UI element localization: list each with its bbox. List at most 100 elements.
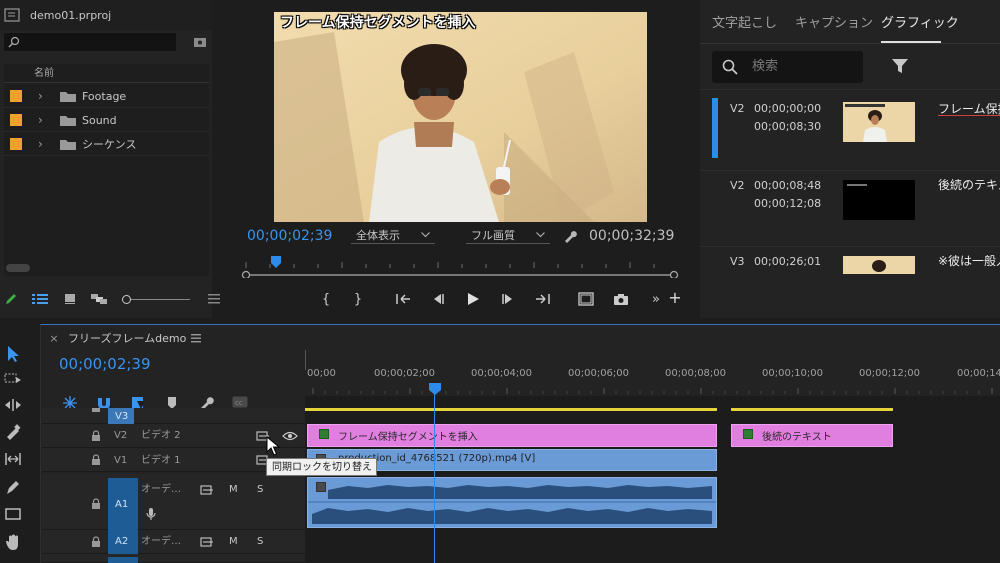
mark-out-icon[interactable]: } <box>352 292 364 306</box>
more-controls-icon[interactable]: » <box>650 292 662 306</box>
mute-button[interactable]: M <box>229 485 238 495</box>
track-id[interactable]: V2 <box>114 431 127 441</box>
hand-tool-icon[interactable] <box>4 533 22 551</box>
bin-color-label[interactable] <box>10 138 22 150</box>
program-current-timecode[interactable]: 00;00;02;39 <box>247 229 332 243</box>
name-column-header[interactable]: 名前 <box>34 69 54 79</box>
track-select-tool-icon[interactable] <box>4 372 22 386</box>
lock-icon[interactable] <box>91 536 101 548</box>
entry-track: V2 <box>730 179 745 192</box>
tooltip-text: 同期ロックを切り替え <box>272 462 372 473</box>
freeform-view-icon[interactable] <box>90 293 108 305</box>
close-icon[interactable]: × <box>49 333 59 344</box>
go-to-out-icon[interactable] <box>534 293 550 305</box>
zoom-dropdown[interactable]: 全体表示 <box>351 228 435 244</box>
bin-name: シーケンス <box>82 138 137 151</box>
chevron-right-icon[interactable]: › <box>38 137 43 151</box>
target-a3[interactable] <box>108 557 138 563</box>
sync-lock-icon[interactable] <box>200 537 214 547</box>
bin-row-sequence[interactable]: › シーケンス <box>4 132 209 156</box>
pencil-icon[interactable] <box>4 292 18 306</box>
microphone-icon[interactable] <box>146 507 156 521</box>
ruler-label: 00;00 <box>307 368 336 379</box>
wrench-icon[interactable] <box>563 229 577 243</box>
project-file-icon <box>4 8 20 22</box>
entry-thumbnail <box>843 180 915 220</box>
tab-graphics[interactable]: グラフィック <box>881 17 959 30</box>
program-playhead[interactable] <box>271 256 281 268</box>
graphic-entry[interactable]: V2 00;00;08;48 00;00;12;08 後続のテキスト <box>702 172 1000 250</box>
razor-tool-icon[interactable] <box>4 424 22 440</box>
play-icon[interactable] <box>466 292 480 306</box>
ripple-edit-tool-icon[interactable] <box>4 398 22 412</box>
graphic-entry[interactable]: V3 00;00;26;01 ※彼は一般人 <box>702 248 1000 274</box>
bin-color-label[interactable] <box>10 90 22 102</box>
graphics-search-input[interactable]: 検索 <box>712 51 863 83</box>
step-forward-icon[interactable] <box>501 293 515 305</box>
lock-icon[interactable] <box>91 408 101 416</box>
captions-icon[interactable]: cc <box>232 396 248 408</box>
entry-text: ※彼は一般人 <box>938 255 1000 267</box>
add-button-icon[interactable]: + <box>668 290 682 306</box>
quality-value: フル画質 <box>471 229 515 242</box>
icon-view-icon[interactable] <box>64 293 76 305</box>
timeline-ruler[interactable]: 00;00 00;00;02;00 00;00;04;00 00;00;06;0… <box>305 360 1000 396</box>
tab-transcript[interactable]: 文字起こし <box>712 17 777 30</box>
new-bin-icon[interactable] <box>193 36 207 48</box>
rectangle-tool-icon[interactable] <box>4 507 22 521</box>
solo-button[interactable]: S <box>257 485 263 495</box>
sync-lock-icon[interactable] <box>200 485 214 495</box>
target-v3[interactable]: V3 <box>108 408 134 424</box>
ruler-label: 00;00;08;00 <box>665 368 727 379</box>
entry-thumbnail <box>843 102 915 142</box>
slip-tool-icon[interactable] <box>4 452 22 466</box>
sync-lock-tooltip: 同期ロックを切り替え <box>266 458 377 476</box>
graphic-entry[interactable]: V2 00;00;00;00 00;00;08;30 フレーム保持セ <box>702 94 1000 172</box>
audio-clip[interactable] <box>307 477 717 528</box>
ruler-label: 00;00;06;00 <box>568 368 630 379</box>
project-search-input[interactable] <box>4 33 176 51</box>
timeline-playhead-head[interactable] <box>429 383 441 395</box>
list-view-icon[interactable] <box>32 293 48 305</box>
panel-menu-icon[interactable] <box>208 293 220 305</box>
folder-icon <box>60 139 76 150</box>
mute-button[interactable]: M <box>229 537 238 547</box>
step-back-icon[interactable] <box>431 293 445 305</box>
solo-button[interactable]: S <box>257 537 263 547</box>
lock-icon[interactable] <box>91 430 101 442</box>
zoom-slider[interactable] <box>122 294 192 304</box>
lock-icon[interactable] <box>91 454 101 466</box>
entry-track: V3 <box>730 255 745 268</box>
tab-captions[interactable]: キャプション <box>795 17 873 30</box>
timeline-timecode[interactable]: 00;00;02;39 <box>59 357 151 372</box>
sequence-menu-icon[interactable] <box>191 333 201 343</box>
pen-tool-icon[interactable] <box>4 479 22 495</box>
selection-indicator <box>712 98 718 158</box>
camera-icon[interactable] <box>613 293 629 305</box>
bin-color-label[interactable] <box>10 114 22 126</box>
quality-dropdown[interactable]: フル画質 <box>466 228 550 244</box>
bin-row-footage[interactable]: › Footage <box>4 84 209 108</box>
folder-icon <box>60 115 76 126</box>
program-time-ruler[interactable] <box>240 252 680 278</box>
eye-icon[interactable] <box>282 431 298 441</box>
selection-tool-icon[interactable] <box>4 345 22 363</box>
horizontal-scrollbar[interactable] <box>6 264 30 272</box>
lock-icon[interactable] <box>91 498 101 510</box>
mark-in-icon[interactable]: { <box>320 292 332 306</box>
ruler-label: 00;00;02;00 <box>374 368 436 379</box>
safe-margins-icon[interactable] <box>578 292 594 306</box>
sequence-tab[interactable]: フリーズフレームdemo <box>68 333 186 344</box>
zoom-slider-handle[interactable] <box>122 295 131 304</box>
filter-icon[interactable] <box>892 58 908 74</box>
chevron-right-icon[interactable]: › <box>38 113 43 127</box>
target-a1[interactable]: A1 <box>108 478 138 530</box>
track-id[interactable]: V1 <box>114 456 127 466</box>
bin-row-sound[interactable]: › Sound <box>4 108 209 132</box>
graphic-clip[interactable]: フレーム保持セグメントを挿入 <box>307 424 717 447</box>
chevron-right-icon[interactable]: › <box>38 89 43 103</box>
go-to-in-icon[interactable] <box>396 293 412 305</box>
graphic-clip[interactable]: 後続のテキスト <box>731 424 893 447</box>
target-a2[interactable]: A2 <box>108 530 138 554</box>
chevron-down-icon <box>421 232 430 238</box>
